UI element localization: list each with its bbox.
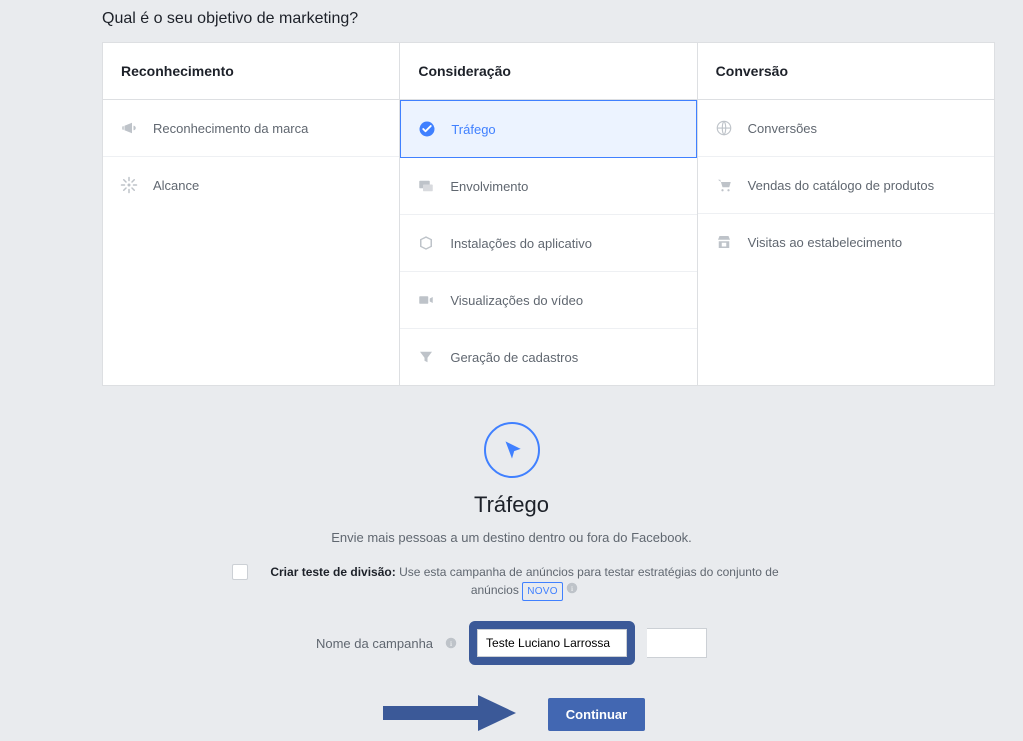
option-label: Tráfego <box>451 122 495 137</box>
option-traffic[interactable]: Tráfego <box>400 100 696 158</box>
novo-badge: NOVO <box>522 582 563 601</box>
funnel-icon <box>416 347 436 367</box>
megaphone-icon <box>119 118 139 138</box>
campaign-name-input[interactable] <box>477 629 627 657</box>
column-conversion: Conversão Conversões Vendas do catálogo … <box>698 42 995 386</box>
svg-text:i: i <box>450 639 452 648</box>
option-store-visits[interactable]: Visitas ao estabelecimento <box>698 214 994 270</box>
page-title: Qual é o seu objetivo de marketing? <box>0 0 1023 42</box>
info-icon[interactable]: i <box>566 582 578 594</box>
detail-title: Tráfego <box>0 492 1023 518</box>
objective-columns: Reconhecimento Reconhecimento da marca A… <box>102 42 995 386</box>
option-catalog-sales[interactable]: Vendas do catálogo de produtos <box>698 157 994 214</box>
split-test-bold: Criar teste de divisão: <box>270 565 395 579</box>
option-label: Visualizações do vídeo <box>450 293 583 308</box>
arrow-annotation-icon <box>378 691 518 738</box>
option-label: Envolvimento <box>450 179 528 194</box>
campaign-name-highlight <box>469 621 635 665</box>
option-label: Geração de cadastros <box>450 350 578 365</box>
option-label: Visitas ao estabelecimento <box>748 235 902 250</box>
split-test-checkbox[interactable] <box>232 564 248 580</box>
column-consideration: Consideração Tráfego Envolvimento Instal… <box>400 42 697 386</box>
cart-icon <box>714 175 734 195</box>
option-engagement[interactable]: Envolvimento <box>400 158 696 215</box>
column-awareness: Reconhecimento Reconhecimento da marca A… <box>102 42 400 386</box>
option-label: Instalações do aplicativo <box>450 236 592 251</box>
option-conversions[interactable]: Conversões <box>698 100 994 157</box>
option-video-views[interactable]: Visualizações do vídeo <box>400 272 696 329</box>
arrow-and-button: Continuar <box>0 691 1023 738</box>
info-icon[interactable]: i <box>445 637 457 649</box>
option-label: Alcance <box>153 178 199 193</box>
reach-icon <box>119 175 139 195</box>
video-icon <box>416 290 436 310</box>
column-header-awareness: Reconhecimento <box>103 43 399 100</box>
option-app-installs[interactable]: Instalações do aplicativo <box>400 215 696 272</box>
store-icon <box>714 232 734 252</box>
objective-detail: Tráfego Envie mais pessoas a um destino … <box>0 422 1023 738</box>
check-circle-icon <box>417 119 437 139</box>
continue-button[interactable]: Continuar <box>548 698 645 731</box>
option-label: Vendas do catálogo de produtos <box>748 178 934 193</box>
split-test-rest: Use esta campanha de anúncios para testa… <box>396 565 779 597</box>
detail-description: Envie mais pessoas a um destino dentro o… <box>0 530 1023 545</box>
option-brand-awareness[interactable]: Reconhecimento da marca <box>103 100 399 157</box>
column-header-consideration: Consideração <box>400 43 696 100</box>
option-reach[interactable]: Alcance <box>103 157 399 213</box>
svg-text:i: i <box>571 584 573 593</box>
box-icon <box>416 233 436 253</box>
campaign-name-extra[interactable] <box>647 628 707 658</box>
column-header-conversion: Conversão <box>698 43 994 100</box>
campaign-name-label: Nome da campanha <box>316 636 433 651</box>
split-test-text: Criar teste de divisão: Use esta campanh… <box>258 563 792 601</box>
engagement-icon <box>416 176 436 196</box>
option-lead-generation[interactable]: Geração de cadastros <box>400 329 696 385</box>
option-label: Conversões <box>748 121 817 136</box>
cursor-circle-icon <box>484 422 540 478</box>
option-label: Reconhecimento da marca <box>153 121 308 136</box>
globe-icon <box>714 118 734 138</box>
split-test-row: Criar teste de divisão: Use esta campanh… <box>232 563 792 601</box>
campaign-name-row: Nome da campanha i <box>0 621 1023 665</box>
